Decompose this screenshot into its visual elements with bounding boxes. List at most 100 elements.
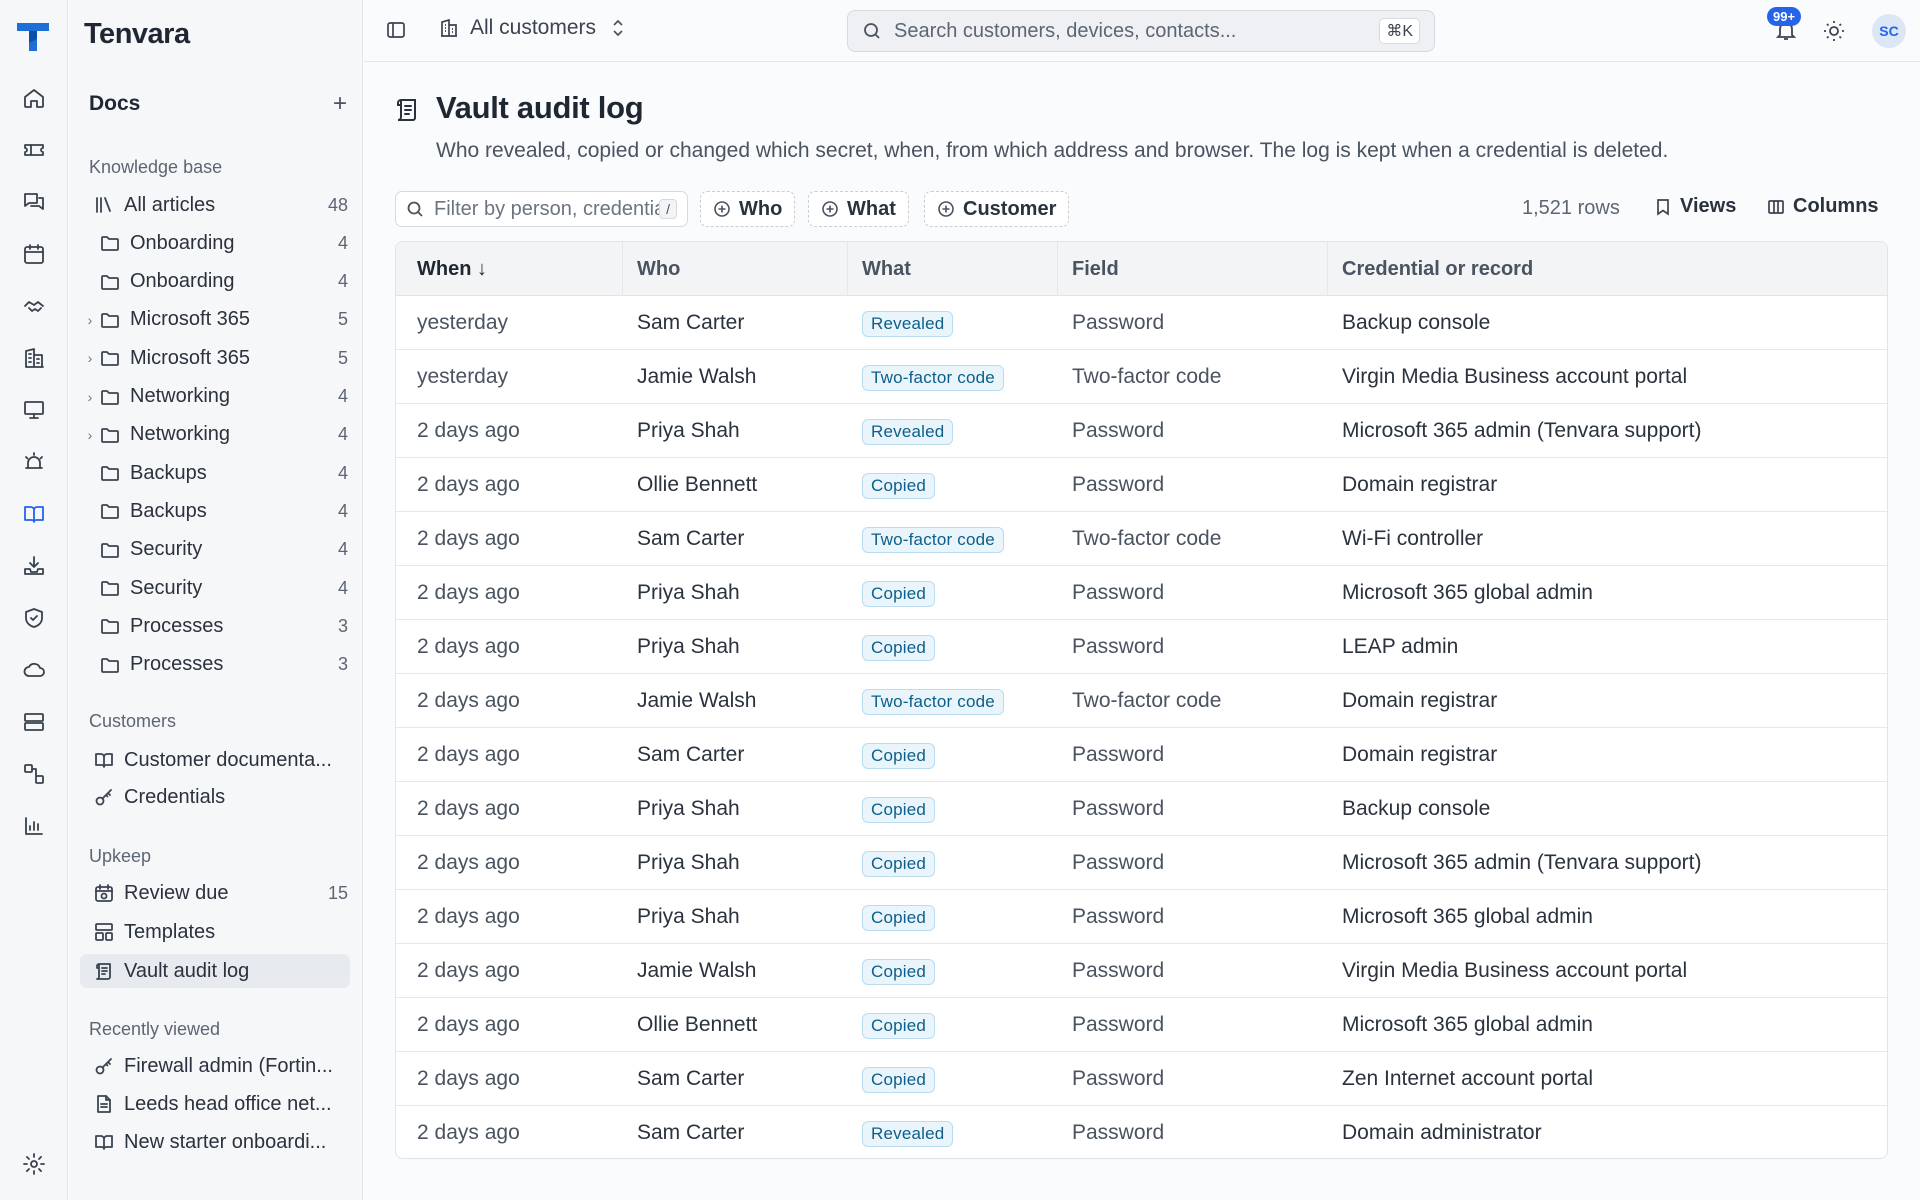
toggle-sidebar-icon[interactable] xyxy=(386,20,406,40)
sidebar-item[interactable]: › Networking 4 xyxy=(80,380,350,414)
sidebar-item[interactable]: Onboarding 4 xyxy=(80,265,350,299)
section-recently-viewed: Recently viewed xyxy=(89,1019,221,1039)
table-row[interactable]: 2 days ago Jamie Walsh Copied Password Virgi… xyxy=(396,944,1887,998)
alarm-icon[interactable] xyxy=(14,442,54,482)
app-logo-icon[interactable] xyxy=(15,17,51,53)
sidebar-item[interactable]: Processes 3 xyxy=(80,648,350,682)
table-row[interactable]: 2 days ago Priya Shah Copied Password Backup… xyxy=(396,782,1887,836)
building-icon[interactable] xyxy=(14,338,54,378)
sidebar-item[interactable]: Backups 4 xyxy=(80,456,350,490)
sidebar-item[interactable]: › Microsoft 365 5 xyxy=(80,303,350,337)
theme-toggle-sun-icon[interactable] xyxy=(1822,19,1846,43)
sidebar-item-label: New starter onboardi... xyxy=(124,1130,327,1153)
table-row[interactable]: 2 days ago Sam Carter Copied Password Domain… xyxy=(396,728,1887,782)
sidebar-item[interactable]: Security 4 xyxy=(80,571,350,605)
views-button[interactable]: Views xyxy=(1654,195,1736,218)
sidebar-item-label: Processes xyxy=(130,653,224,676)
table-row[interactable]: 2 days ago Sam Carter Revealed Password Doma… xyxy=(396,1106,1887,1158)
sidebar-item-label: Processes xyxy=(130,614,224,637)
chart-icon[interactable] xyxy=(14,806,54,846)
filter-chip-customer[interactable]: Customer xyxy=(924,191,1070,227)
table-row[interactable]: 2 days ago Priya Shah Copied Password Micros… xyxy=(396,836,1887,890)
sidebar-item[interactable]: Firewall admin (Fortin... xyxy=(80,1049,350,1083)
table-row[interactable]: 2 days ago Ollie Bennett Copied Password Dom… xyxy=(396,458,1887,512)
table-row[interactable]: 2 days ago Priya Shah Copied Password LEAP a… xyxy=(396,620,1887,674)
table-row[interactable]: yesterday Sam Carter Revealed Password Backu… xyxy=(396,296,1887,350)
table-row[interactable]: 2 days ago Priya Shah Revealed Password Micr… xyxy=(396,404,1887,458)
table-row[interactable]: 2 days ago Priya Shah Copied Password Micros… xyxy=(396,566,1887,620)
sidebar-item[interactable]: Security 4 xyxy=(80,533,350,567)
sidebar-item[interactable]: New starter onboardi... xyxy=(80,1125,350,1159)
table-row[interactable]: 2 days ago Jamie Walsh Two-factor code Two-… xyxy=(396,674,1887,728)
cell-record: Virgin Media Business account portal xyxy=(1342,959,1688,982)
cell-when: 2 days ago xyxy=(417,797,520,820)
filter-shortcut: / xyxy=(659,199,677,219)
sidebar-item[interactable]: Onboarding 4 xyxy=(80,226,350,260)
calendar-icon[interactable] xyxy=(14,234,54,274)
folder-icon xyxy=(100,272,120,292)
ticket-icon[interactable] xyxy=(14,130,54,170)
filter-chip-what[interactable]: What xyxy=(808,191,909,227)
global-search[interactable]: ⌘K xyxy=(847,10,1435,52)
sidebar-item[interactable]: Processes 3 xyxy=(80,609,350,643)
column-header-field[interactable]: Field xyxy=(1072,258,1119,281)
sidebar-item[interactable]: › Microsoft 365 5 xyxy=(80,341,350,375)
search-shortcut: ⌘K xyxy=(1379,18,1420,44)
table-row[interactable]: 2 days ago Ollie Bennett Copied Password Mic… xyxy=(396,998,1887,1052)
server-icon[interactable] xyxy=(14,702,54,742)
chevron-right-icon[interactable]: › xyxy=(80,350,100,366)
columns-button[interactable]: Columns xyxy=(1767,195,1879,218)
customer-scope-select[interactable]: All customers xyxy=(438,16,626,40)
chevron-right-icon[interactable]: › xyxy=(80,312,100,328)
monitor-icon[interactable] xyxy=(14,390,54,430)
chevron-right-icon[interactable]: › xyxy=(80,389,100,405)
cell-field: Two-factor code xyxy=(1072,527,1222,550)
column-header-what[interactable]: What xyxy=(862,258,911,281)
cell-when: yesterday xyxy=(417,311,509,334)
cell-when: 2 days ago xyxy=(417,1067,520,1090)
sidebar-item[interactable]: Templates xyxy=(80,915,350,949)
column-header-when[interactable]: When ↓ xyxy=(417,258,487,281)
sidebar-item[interactable]: Leeds head office net... xyxy=(80,1087,350,1121)
table-row[interactable]: 2 days ago Sam Carter Two-factor code Two-f… xyxy=(396,512,1887,566)
sidebar-item[interactable]: All articles 48 xyxy=(80,188,350,222)
filter-chip-who[interactable]: Who xyxy=(700,191,796,227)
cell-when: 2 days ago xyxy=(417,905,520,928)
table-row[interactable]: 2 days ago Priya Shah Copied Password Micros… xyxy=(396,890,1887,944)
shield-icon[interactable] xyxy=(14,598,54,638)
table-filter[interactable]: / xyxy=(395,191,688,227)
settings-icon[interactable] xyxy=(14,1144,54,1184)
download-tray-icon[interactable] xyxy=(14,546,54,586)
cell-record: Wi-Fi controller xyxy=(1342,527,1484,550)
cell-who: Ollie Bennett xyxy=(637,473,758,496)
chevron-right-icon[interactable]: › xyxy=(80,427,100,443)
sidebar-item[interactable]: Credentials xyxy=(80,780,350,814)
column-header-record[interactable]: Credential or record xyxy=(1342,258,1533,281)
book-open-icon[interactable] xyxy=(14,494,54,534)
handshake-icon[interactable] xyxy=(14,286,54,326)
column-header-who[interactable]: Who xyxy=(637,258,680,281)
sidebar-item[interactable]: Review due 15 xyxy=(80,876,350,910)
cell-field: Two-factor code xyxy=(1072,365,1222,388)
add-doc-button[interactable]: + xyxy=(333,92,347,116)
table-row[interactable]: yesterday Jamie Walsh Two-factor code Two-f… xyxy=(396,350,1887,404)
sidebar-item[interactable]: Customer documenta... xyxy=(80,743,350,777)
table-row[interactable]: 2 days ago Sam Carter Copied Password Zen In… xyxy=(396,1052,1887,1106)
sidebar-item-label: Credentials xyxy=(124,785,226,808)
filter-input[interactable] xyxy=(434,197,660,221)
workflow-icon[interactable] xyxy=(14,754,54,794)
cell-record: Virgin Media Business account portal xyxy=(1342,365,1688,388)
book-icon xyxy=(94,750,114,770)
sidebar-item[interactable]: Backups 4 xyxy=(80,494,350,528)
user-avatar[interactable]: SC xyxy=(1872,14,1906,48)
chat-icon[interactable] xyxy=(14,182,54,222)
chip-label: Who xyxy=(739,197,783,220)
cell-field: Password xyxy=(1072,959,1165,982)
home-icon[interactable] xyxy=(14,78,54,118)
sidebar-item[interactable]: › Networking 4 xyxy=(80,418,350,452)
cloud-icon[interactable] xyxy=(14,650,54,690)
search-input[interactable] xyxy=(894,19,1380,43)
cell-field: Password xyxy=(1072,1067,1165,1090)
sidebar-item[interactable]: Vault audit log xyxy=(80,954,350,988)
docs-sidebar: Tenvara Docs + Knowledge base All articl… xyxy=(69,0,363,1200)
